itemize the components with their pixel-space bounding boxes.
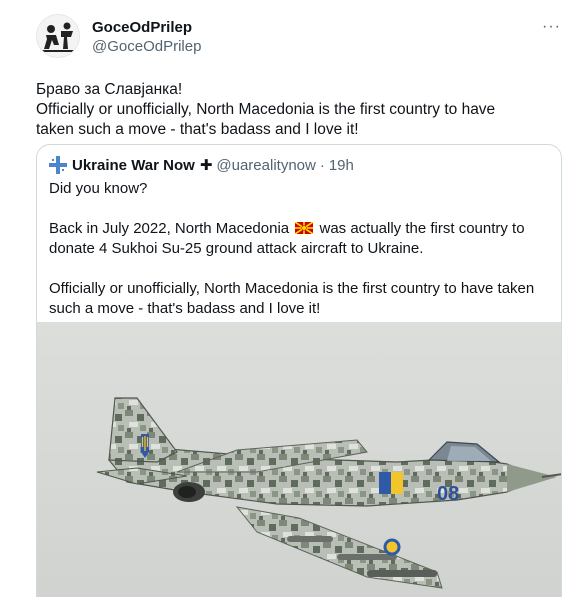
tweet-text: Браво за Славјанка! Officially or unoffi… [36,80,556,140]
more-options-icon[interactable]: ··· [542,18,561,36]
avatar[interactable] [36,14,80,58]
cross-icon: ✚ [199,157,213,174]
quoted-tweet-header: Ukraine War Now ✚ @uarealitynow · 19h [49,156,354,174]
quoted-text-line: Back in July 2022, North Macedonia was a… [49,219,549,239]
quoted-handle[interactable]: @uarealitynow [216,157,315,174]
tweet-text-line: Браво за Славјанка! [36,81,183,98]
quoted-timestamp[interactable]: 19h [329,157,354,174]
author-display-name[interactable]: GoceOdPrilep [92,19,201,37]
quoted-text-line: such a move - that's badass and I love i… [49,300,321,317]
quoted-text-segment: was actually the first country to [319,220,525,237]
tweet-header: GoceOdPrilep @GoceOdPrilep ··· [36,14,569,62]
tweet-text-line: Officially or unofficially, North Macedo… [36,101,496,118]
separator-dot: · [319,156,325,174]
author-handle[interactable]: @GoceOdPrilep [92,37,201,57]
media-image[interactable]: 08 [37,322,561,597]
north-macedonia-flag-icon [295,222,314,234]
tweet-text-line: taken such a move - that's badass and I … [36,121,359,138]
su25-aircraft-image: 08 [37,322,561,597]
quoted-text-line: donate 4 Sukhoi Su-25 ground attack airc… [49,240,424,257]
tail-number-label: 08 [437,483,459,505]
blue-cross-logo-icon [49,156,67,174]
quoted-text-line: Did you know? [49,180,148,197]
quoted-tweet-text: Did you know? Back in July 2022, North M… [49,179,549,319]
quoted-display-name[interactable]: Ukraine War Now [72,157,195,174]
quoted-text-line: Officially or unofficially, North Macedo… [49,280,535,297]
author-names: GoceOdPrilep @GoceOdPrilep [92,19,201,57]
avatar-silhouette-icon [37,15,79,57]
quoted-tweet[interactable]: Ukraine War Now ✚ @uarealitynow · 19h Di… [36,144,562,597]
tweet: GoceOdPrilep @GoceOdPrilep ··· Браво за … [0,0,585,597]
quoted-text-segment: Back in July 2022, North Macedonia [49,220,290,237]
